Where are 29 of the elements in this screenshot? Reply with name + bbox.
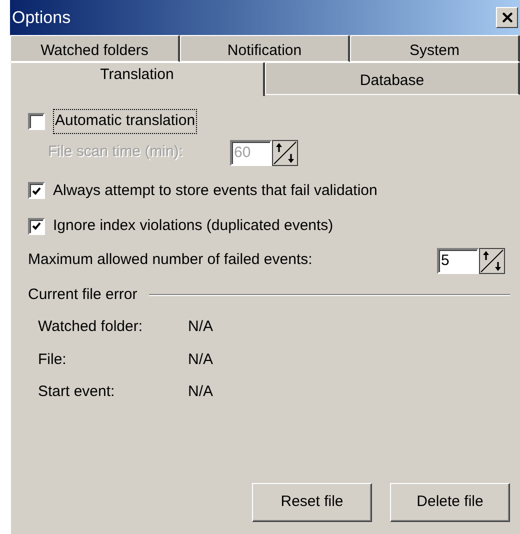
close-button[interactable]	[496, 7, 518, 28]
info-value: N/A	[188, 350, 214, 370]
checkbox[interactable]	[28, 218, 45, 235]
checkmark-icon	[32, 222, 41, 230]
checkbox-label[interactable]: Ignore index violations (duplicated events)	[53, 215, 334, 238]
group-title: Current file error	[28, 284, 138, 304]
field-label: Maximum allowed number of failed events:	[28, 250, 312, 270]
info-value: N/A	[188, 317, 214, 337]
action-button[interactable]: Reset file	[252, 483, 372, 522]
checkbox[interactable]	[28, 112, 45, 130]
info-label: Start event:	[38, 382, 116, 402]
tab[interactable]: Database	[265, 62, 520, 95]
tab[interactable]: Notification	[180, 35, 350, 62]
window-title: Options	[12, 6, 71, 29]
info-label: File:	[38, 350, 68, 370]
tab[interactable]: System	[350, 35, 520, 62]
spin-arrows-icon[interactable]	[272, 140, 298, 166]
info-label: Watched folder:	[38, 317, 144, 337]
action-button[interactable]: Delete file	[390, 483, 510, 522]
checkmark-icon	[32, 186, 41, 195]
checkbox[interactable]	[28, 182, 45, 200]
checkbox-label[interactable]: Always attempt to store events that fail validation	[53, 180, 378, 202]
info-value: N/A	[188, 382, 214, 402]
spin-arrows-icon[interactable]	[479, 248, 505, 274]
number-field[interactable]: 5	[437, 248, 479, 274]
tab[interactable]: Watched folders	[10, 35, 180, 62]
tab[interactable]: Translation	[10, 62, 265, 96]
close-icon	[500, 10, 514, 25]
checkbox-label[interactable]: Automatic translation	[53, 109, 198, 134]
